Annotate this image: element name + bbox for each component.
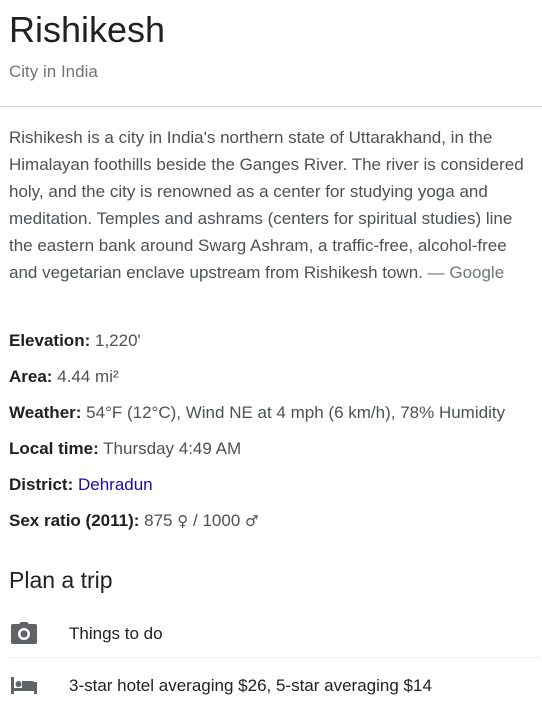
- fact-label: Area:: [9, 367, 53, 386]
- facts-list: Elevation: 1,220' Area: 4.44 mi² Weather…: [9, 327, 539, 543]
- ratio-separator: /: [192, 511, 198, 530]
- fact-label: Weather:: [9, 403, 82, 422]
- fact-area: Area: 4.44 mi²: [9, 363, 539, 399]
- fact-value: 54°F (12°C), Wind NE at 4 mph (6 km/h), …: [86, 403, 506, 422]
- header-divider: [0, 106, 542, 107]
- male-ratio-value: 1000: [202, 511, 241, 530]
- male-symbol-icon: ♂: [245, 512, 259, 530]
- fact-label: Local time:: [9, 439, 99, 458]
- trip-item-label: 3-star hotel averaging $26, 5-star avera…: [69, 676, 432, 695]
- trip-row-divider: [9, 657, 539, 658]
- district-link[interactable]: Dehradun: [78, 475, 153, 494]
- fact-local-time: Local time: Thursday 4:49 AM: [9, 435, 539, 471]
- fact-district: District: Dehradun: [9, 471, 539, 507]
- trip-item-hotels[interactable]: 3-star hotel averaging $26, 5-star avera…: [0, 660, 542, 712]
- entity-description: Rishikesh is a city in India's northern …: [9, 124, 539, 286]
- fact-label: District:: [9, 475, 74, 494]
- fact-value: 1,220': [94, 331, 141, 350]
- female-ratio-value: 875: [144, 511, 173, 530]
- description-source: — Google: [427, 263, 505, 282]
- fact-sex-ratio: Sex ratio (2011): 875 ♀ / 1000 ♂: [9, 507, 539, 543]
- fact-value: Thursday 4:49 AM: [103, 439, 242, 458]
- fact-value: 4.44 mi²: [57, 367, 119, 386]
- plan-trip-heading: Plan a trip: [9, 567, 113, 593]
- fact-elevation: Elevation: 1,220': [9, 327, 539, 363]
- entity-subtitle: City in India: [9, 62, 98, 81]
- knowledge-panel: Rishikesh City in India Rishikesh is a c…: [0, 0, 542, 709]
- fact-label: Elevation:: [9, 331, 91, 350]
- hotel-bed-icon: [10, 673, 38, 697]
- trip-item-things-to-do[interactable]: Things to do: [0, 608, 542, 660]
- trip-item-label: Things to do: [69, 624, 163, 643]
- camera-icon: [10, 621, 38, 645]
- description-text: Rishikesh is a city in India's northern …: [9, 128, 524, 282]
- fact-label: Sex ratio (2011):: [9, 511, 140, 530]
- page-title: Rishikesh: [9, 9, 166, 50]
- female-symbol-icon: ♀: [177, 512, 189, 530]
- fact-weather: Weather: 54°F (12°C), Wind NE at 4 mph (…: [9, 399, 539, 435]
